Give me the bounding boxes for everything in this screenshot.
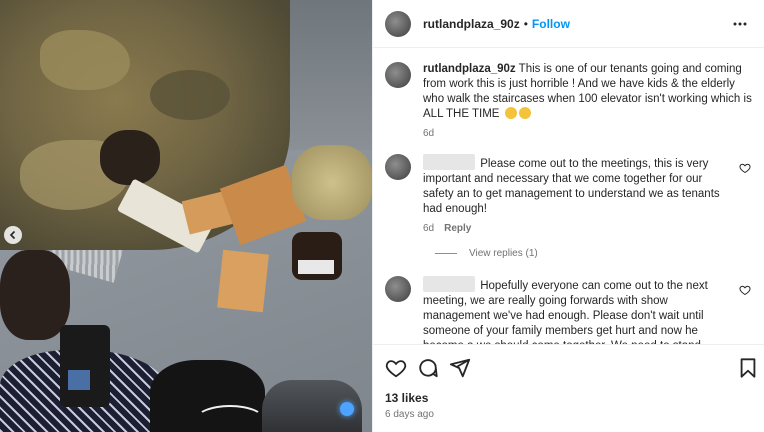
comment-icon[interactable] <box>417 357 439 379</box>
redacted-username <box>423 276 475 292</box>
person-hand <box>100 130 160 185</box>
separator: • <box>523 16 528 31</box>
caption: rutlandplaza_90z This is one of our tena… <box>385 62 755 141</box>
avatar[interactable] <box>385 10 411 37</box>
carousel-prev-button[interactable] <box>4 226 22 244</box>
likes-count[interactable]: 13 likes <box>385 391 428 405</box>
caption-time: 6d <box>423 128 435 139</box>
heart-icon[interactable] <box>385 357 407 379</box>
comment-item: Hopefully everyone can come out to the n… <box>385 276 755 344</box>
divider <box>435 253 457 254</box>
unamused-face-icon <box>518 107 531 119</box>
post-timestamp: 6 days ago <box>385 409 434 420</box>
view-replies-button[interactable]: View replies (1) <box>435 248 538 259</box>
heart-icon[interactable] <box>739 162 751 174</box>
header-username[interactable]: rutlandplaza_90z <box>423 17 520 31</box>
comment-item: Please come out to the meetings, this is… <box>385 154 755 236</box>
post-media <box>0 0 372 432</box>
chevron-left-icon <box>9 230 16 240</box>
reply-button[interactable]: Reply <box>444 221 471 236</box>
more-horizontal-icon <box>733 22 747 25</box>
comment-time: 6d <box>423 223 435 234</box>
caption-username[interactable]: rutlandplaza_90z <box>423 63 516 75</box>
redacted-username <box>423 154 475 170</box>
post-header: rutlandplaza_90z • Follow <box>373 0 764 48</box>
debris-bag <box>292 145 372 220</box>
avatar[interactable] <box>385 154 411 180</box>
camera <box>60 325 110 407</box>
share-icon[interactable] <box>449 357 471 379</box>
debris-cracker <box>217 249 269 313</box>
cable <box>195 405 265 432</box>
view-replies-label: View replies (1) <box>469 248 538 259</box>
bookmark-icon[interactable] <box>737 357 759 379</box>
comments-list: rutlandplaza_90z This is one of our tena… <box>373 48 764 344</box>
avatar[interactable] <box>385 62 411 88</box>
follow-button[interactable]: Follow <box>532 17 570 31</box>
grimacing-face-icon <box>504 107 517 119</box>
post-panel: rutlandplaza_90z • Follow rutlandplaza_9… <box>372 0 764 432</box>
heart-icon[interactable] <box>739 284 751 296</box>
person-hand <box>0 250 70 340</box>
action-bar: 13 likes 6 days ago <box>373 344 764 432</box>
avatar[interactable] <box>385 276 411 302</box>
more-options-button[interactable] <box>730 14 750 34</box>
